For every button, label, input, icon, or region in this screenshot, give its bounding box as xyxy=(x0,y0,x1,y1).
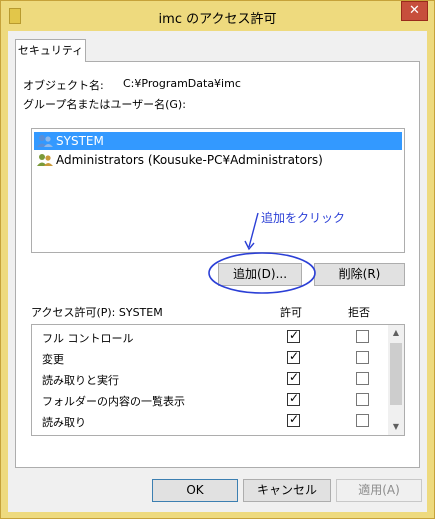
deny-checkbox[interactable] xyxy=(356,414,369,427)
permission-row: 読み取り xyxy=(32,411,390,432)
scroll-down-icon[interactable]: ▼ xyxy=(388,419,404,435)
allow-checkbox[interactable] xyxy=(287,412,300,427)
deny-column-header: 拒否 xyxy=(348,306,370,319)
dialog-client-area: セキュリティ オブジェクト名: C:¥ProgramData¥imc グループ名… xyxy=(8,31,427,512)
window-title: imc のアクセス許可 xyxy=(158,12,277,27)
allow-column-header: 許可 xyxy=(280,306,302,319)
user-list-item-administrators[interactable]: Administrators (Kousuke-PC¥Administrator… xyxy=(34,151,402,169)
scroll-up-icon[interactable]: ▲ xyxy=(388,325,404,341)
permissions-list: フル コントロール 変更 読み取りと実行 フォルダーの内容の一覧表示 読み取り xyxy=(31,324,405,436)
permission-row: 読み取りと実行 xyxy=(32,369,390,390)
deny-checkbox[interactable] xyxy=(356,393,369,406)
permission-row: フル コントロール xyxy=(32,327,390,348)
close-button[interactable]: ✕ xyxy=(401,1,428,21)
user-list[interactable]: SYSTEM Administrators (Kousuke-PC¥Admini… xyxy=(31,128,405,253)
user-list-item-system[interactable]: SYSTEM xyxy=(34,132,402,150)
title-bar[interactable]: imc のアクセス許可 ✕ xyxy=(1,1,434,31)
add-button[interactable]: 追加(D)... xyxy=(218,263,302,286)
permissions-label: アクセス許可(P): SYSTEM xyxy=(31,306,163,319)
tab-security[interactable]: セキュリティ xyxy=(15,39,86,62)
group-user-label: グループ名またはユーザー名(G): xyxy=(23,98,186,111)
permissions-dialog: imc のアクセス許可 ✕ セキュリティ オブジェクト名: C:¥Program… xyxy=(0,0,435,519)
permission-name: フル コントロール xyxy=(42,332,134,345)
deny-checkbox[interactable] xyxy=(356,351,369,364)
allow-checkbox[interactable] xyxy=(287,370,300,385)
permission-row: 変更 xyxy=(32,348,390,369)
apply-button[interactable]: 適用(A) xyxy=(336,479,422,502)
permissions-scrollbar[interactable]: ▲ ▼ xyxy=(388,325,404,435)
permission-row: フォルダーの内容の一覧表示 xyxy=(32,390,390,411)
permission-name: 読み取りと実行 xyxy=(42,374,119,387)
cancel-button[interactable]: キャンセル xyxy=(243,479,331,502)
users-icon xyxy=(37,154,53,166)
scroll-thumb[interactable] xyxy=(390,343,402,405)
allow-checkbox[interactable] xyxy=(287,349,300,364)
user-name: SYSTEM xyxy=(56,134,104,148)
ok-button[interactable]: OK xyxy=(152,479,238,502)
annotation-text: 追加をクリック xyxy=(261,211,346,225)
remove-button[interactable]: 削除(R) xyxy=(314,263,405,286)
deny-checkbox[interactable] xyxy=(356,330,369,343)
deny-checkbox[interactable] xyxy=(356,372,369,385)
user-name: Administrators (Kousuke-PC¥Administrator… xyxy=(56,153,323,167)
permission-name: 変更 xyxy=(42,353,64,366)
object-name-label: オブジェクト名: xyxy=(23,79,104,92)
permission-name: 読み取り xyxy=(42,416,86,429)
users-icon xyxy=(37,135,53,147)
allow-checkbox[interactable] xyxy=(287,391,300,406)
allow-checkbox[interactable] xyxy=(287,328,300,343)
permission-name: フォルダーの内容の一覧表示 xyxy=(42,395,185,408)
object-name-value: C:¥ProgramData¥imc xyxy=(123,77,241,90)
